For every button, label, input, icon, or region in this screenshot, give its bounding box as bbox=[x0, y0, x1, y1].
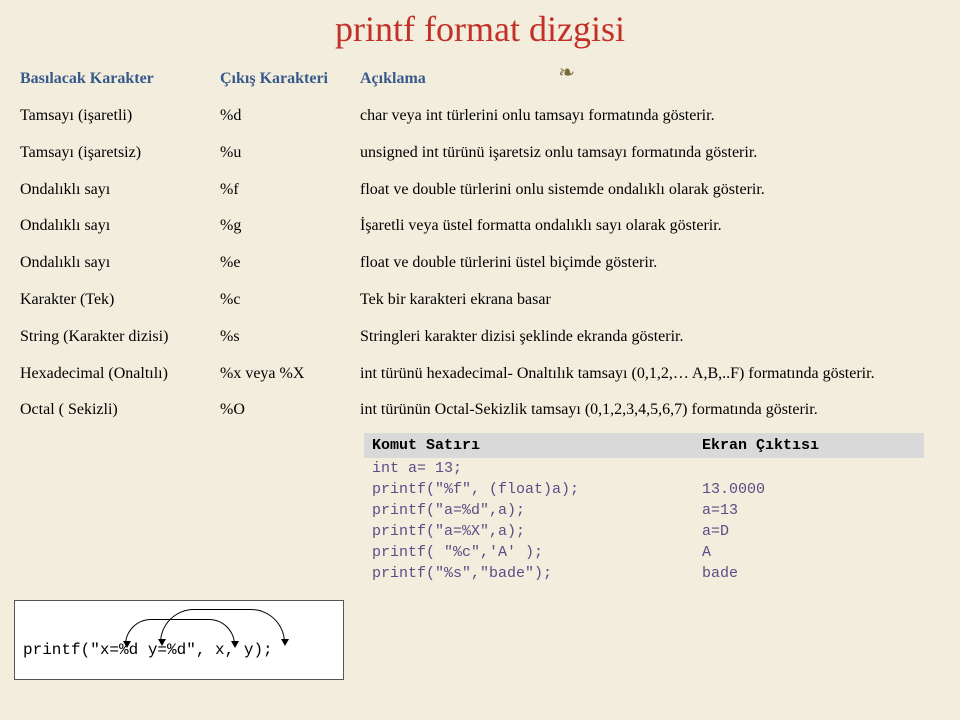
decorative-flourish: ❧ bbox=[558, 60, 575, 85]
cell-out: %e bbox=[214, 245, 354, 282]
cell-chr: Ondalıklı sayı bbox=[14, 245, 214, 282]
example-header-row: Komut Satırı Ekran Çıktısı bbox=[364, 433, 924, 458]
header-output: Çıkış Karakteri bbox=[214, 64, 354, 98]
header-character: Basılacak Karakter bbox=[14, 64, 214, 98]
cell-chr: Ondalıklı sayı bbox=[14, 172, 214, 209]
example-header-cmd: Komut Satırı bbox=[364, 433, 694, 458]
cell-cmd: int a= 13; bbox=[364, 458, 694, 479]
cell-desc: İşaretli veya üstel formatta ondalıklı s… bbox=[354, 208, 946, 245]
cell-desc: int türünün Octal-Sekizlik tamsayı (0,1,… bbox=[354, 392, 946, 429]
cell-chr: Hexadecimal (Onaltılı) bbox=[14, 356, 214, 393]
cell-out: %x veya %X bbox=[214, 356, 354, 393]
cell-cmd: printf("%s","bade"); bbox=[364, 563, 694, 584]
arrow-arc-outer bbox=[160, 609, 285, 643]
table-row: Hexadecimal (Onaltılı) %x veya %X int tü… bbox=[14, 356, 946, 393]
cell-out: bade bbox=[694, 563, 924, 584]
cell-cmd: printf("a=%d",a); bbox=[364, 500, 694, 521]
cell-out: %s bbox=[214, 319, 354, 356]
example-row: printf( "%c",'A' ); A bbox=[364, 542, 924, 563]
cell-out: a=13 bbox=[694, 500, 924, 521]
page-title: printf format dizgisi bbox=[14, 8, 946, 50]
cell-out: %d bbox=[214, 98, 354, 135]
cell-out: %O bbox=[214, 392, 354, 429]
cell-out: a=D bbox=[694, 521, 924, 542]
table-header-row: Basılacak Karakter Çıkış Karakteri Açıkl… bbox=[14, 64, 946, 98]
example-table: Komut Satırı Ekran Çıktısı int a= 13; pr… bbox=[364, 433, 924, 584]
cell-cmd: printf( "%c",'A' ); bbox=[364, 542, 694, 563]
example-row: printf("%f", (float)a); 13.0000 bbox=[364, 479, 924, 500]
printf-diagram: printf("x=%d y=%d", x, y); bbox=[14, 600, 344, 680]
table-row: String (Karakter dizisi) %s Stringleri k… bbox=[14, 319, 946, 356]
cell-desc: Stringleri karakter dizisi şeklinde ekra… bbox=[354, 319, 946, 356]
cell-chr: Tamsayı (işaretli) bbox=[14, 98, 214, 135]
table-row: Karakter (Tek) %c Tek bir karakteri ekra… bbox=[14, 282, 946, 319]
example-row: int a= 13; bbox=[364, 458, 924, 479]
table-row: Tamsayı (işaretsiz) %u unsigned int türü… bbox=[14, 135, 946, 172]
arrowhead-icon bbox=[281, 639, 289, 646]
table-row: Ondalıklı sayı %g İşaretli veya üstel fo… bbox=[14, 208, 946, 245]
cell-out: A bbox=[694, 542, 924, 563]
cell-chr: Ondalıklı sayı bbox=[14, 208, 214, 245]
table-row: Ondalıklı sayı %e float ve double türler… bbox=[14, 245, 946, 282]
cell-chr: Karakter (Tek) bbox=[14, 282, 214, 319]
cell-desc: float ve double türlerini üstel biçimde … bbox=[354, 245, 946, 282]
table-row: Ondalıklı sayı %f float ve double türler… bbox=[14, 172, 946, 209]
cell-desc: float ve double türlerini onlu sistemde … bbox=[354, 172, 946, 209]
cell-desc: Tek bir karakteri ekrana basar bbox=[354, 282, 946, 319]
cell-out: %c bbox=[214, 282, 354, 319]
cell-chr: Octal ( Sekizli) bbox=[14, 392, 214, 429]
cell-chr: Tamsayı (işaretsiz) bbox=[14, 135, 214, 172]
example-header-out: Ekran Çıktısı bbox=[694, 433, 924, 458]
example-row: printf("a=%X",a); a=D bbox=[364, 521, 924, 542]
cell-cmd: printf("a=%X",a); bbox=[364, 521, 694, 542]
format-table: Basılacak Karakter Çıkış Karakteri Açıkl… bbox=[14, 64, 946, 429]
table-row: Tamsayı (işaretli) %d char veya int türl… bbox=[14, 98, 946, 135]
cell-desc: char veya int türlerini onlu tamsayı for… bbox=[354, 98, 946, 135]
cell-chr: String (Karakter dizisi) bbox=[14, 319, 214, 356]
cell-out: %g bbox=[214, 208, 354, 245]
cell-out: %u bbox=[214, 135, 354, 172]
cell-desc: unsigned int türünü işaretsiz onlu tamsa… bbox=[354, 135, 946, 172]
cell-out: %f bbox=[214, 172, 354, 209]
cell-cmd: printf("%f", (float)a); bbox=[364, 479, 694, 500]
cell-out: 13.0000 bbox=[694, 479, 924, 500]
example-row: printf("%s","bade"); bade bbox=[364, 563, 924, 584]
cell-out bbox=[694, 458, 924, 479]
printf-code-text: printf("x=%d y=%d", x, y); bbox=[23, 641, 273, 659]
header-description: Açıklama bbox=[354, 64, 946, 98]
cell-desc: int türünü hexadecimal- Onaltılık tamsay… bbox=[354, 356, 946, 393]
table-row: Octal ( Sekizli) %O int türünün Octal-Se… bbox=[14, 392, 946, 429]
example-row: printf("a=%d",a); a=13 bbox=[364, 500, 924, 521]
